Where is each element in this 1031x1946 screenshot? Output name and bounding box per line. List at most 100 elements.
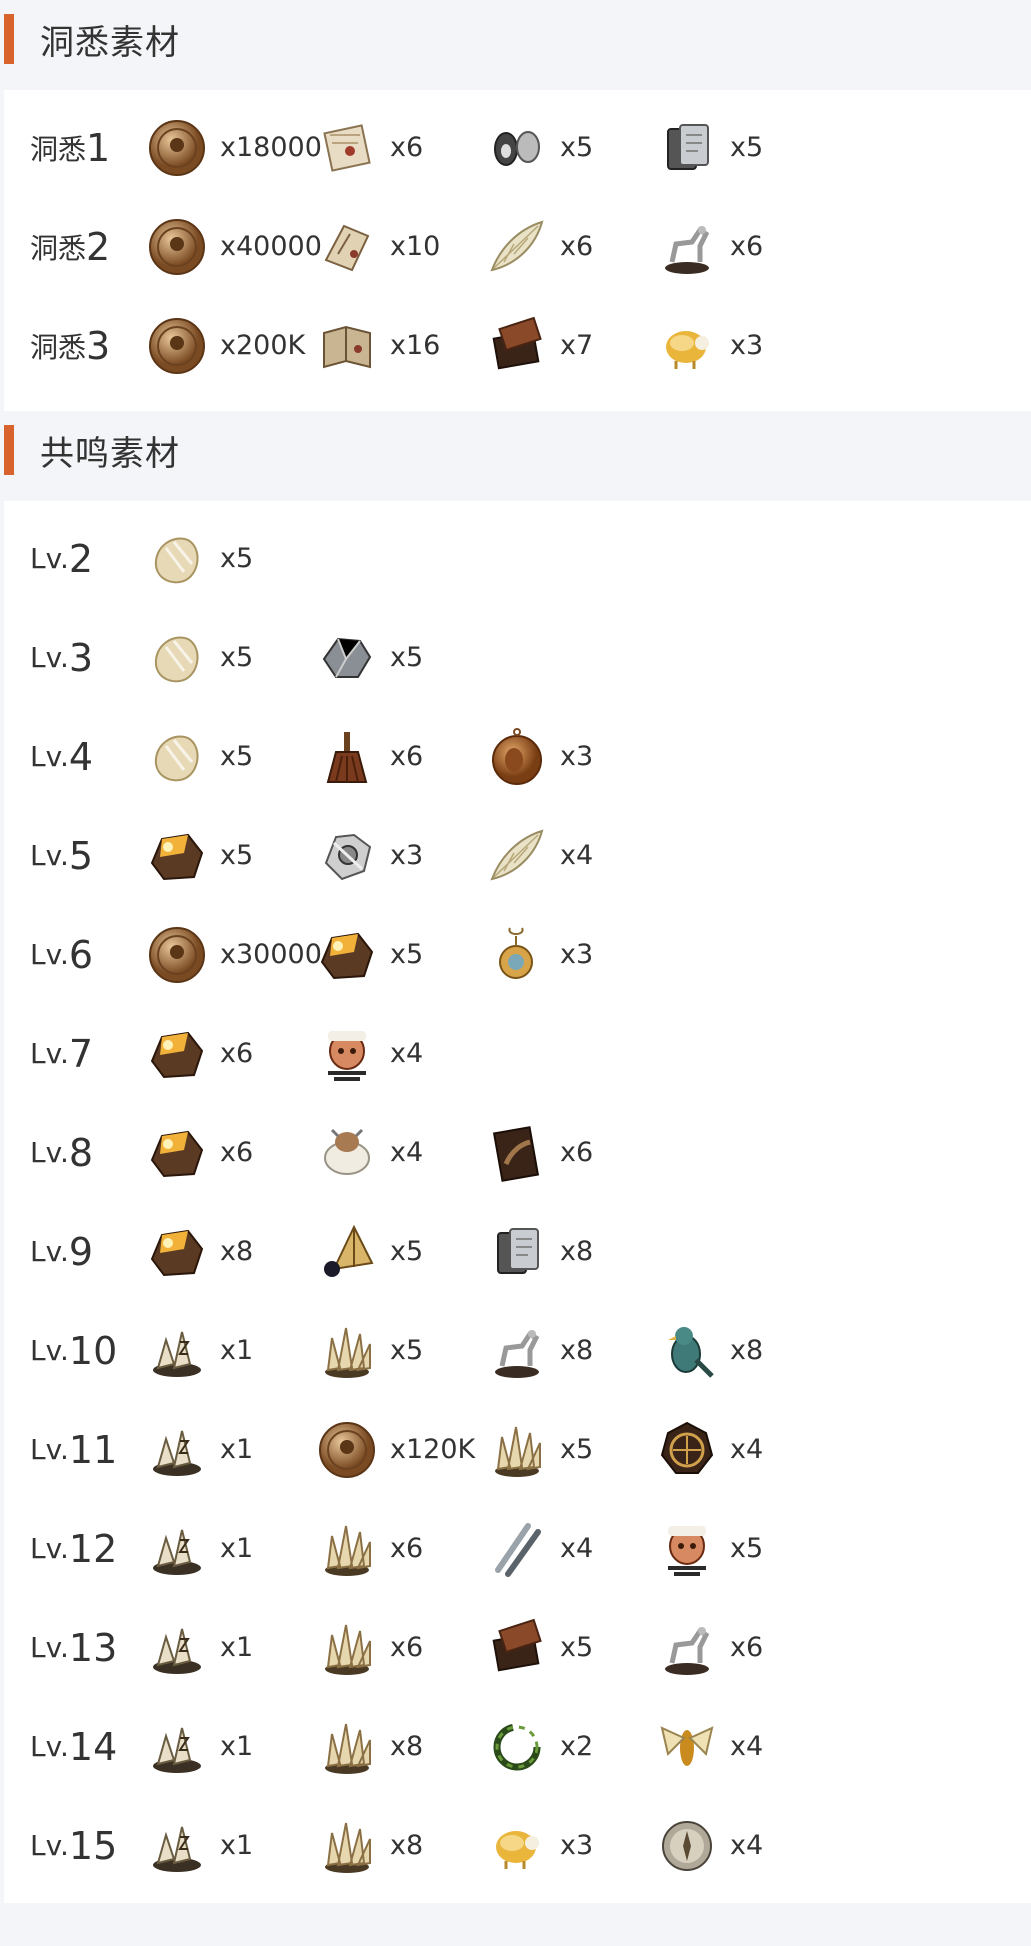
- material-row: Lv. 4 x5 x6 x3: [4, 707, 1031, 806]
- material-quantity: x120K: [390, 1434, 476, 1465]
- material-quantity: x4: [390, 1137, 424, 1168]
- material-item[interactable]: x3: [484, 1796, 593, 1895]
- medal-icon: [492, 727, 542, 785]
- material-row: Lv. 2 x5: [4, 509, 1031, 608]
- material-panel: Lv. 2 x5 Lv. 3 x5 x5 Lv. 4 x5 x6 x3 Lv. 5 x5 x3…: [4, 501, 1031, 1903]
- material-item[interactable]: x5: [484, 98, 593, 197]
- material-item[interactable]: x8: [654, 1301, 763, 1400]
- material-quantity: x5: [730, 132, 764, 163]
- level-number: 3: [68, 635, 94, 680]
- astrolabe-icon: [660, 1421, 714, 1474]
- crystal-icon: [154, 636, 199, 682]
- material-item[interactable]: x1: [144, 1400, 253, 1499]
- glowing-rock-icon: [320, 932, 374, 979]
- material-item[interactable]: x5: [484, 1598, 593, 1697]
- material-quantity: x6: [390, 132, 424, 163]
- material-item[interactable]: x6: [654, 197, 763, 296]
- material-quantity: x6: [220, 1038, 254, 1069]
- material-item[interactable]: x200K: [144, 296, 305, 395]
- sheep-icon: [666, 330, 709, 369]
- material-item[interactable]: x6: [144, 1004, 253, 1103]
- material-item[interactable]: x5: [314, 1202, 423, 1301]
- material-item[interactable]: x6: [314, 707, 423, 806]
- material-item[interactable]: x5: [144, 707, 253, 806]
- material-item[interactable]: x40000: [144, 197, 322, 296]
- material-row: 洞悉 2 x40000 x10 x6 x6: [4, 197, 1031, 296]
- material-quantity: x8: [390, 1731, 424, 1762]
- material-item[interactable]: x4: [654, 1697, 763, 1796]
- material-quantity: x5: [220, 642, 254, 673]
- row-level-label: Lv. 6: [30, 905, 93, 1004]
- material-item[interactable]: x120K: [314, 1400, 475, 1499]
- material-item[interactable]: x3: [484, 707, 593, 806]
- material-item[interactable]: x1: [144, 1598, 253, 1697]
- glowing-rock-icon: [150, 1031, 204, 1078]
- material-item[interactable]: x5: [314, 905, 423, 1004]
- material-item[interactable]: x4: [484, 806, 593, 905]
- material-quantity: x10: [390, 231, 441, 262]
- material-item[interactable]: x30000: [144, 905, 322, 1004]
- material-item[interactable]: x8: [314, 1796, 423, 1895]
- material-panel: 洞悉 1 x18000 x6 x5 x5 洞悉 2 x40000 x10 x6 x6 洞…: [4, 90, 1031, 411]
- material-item[interactable]: x3: [654, 296, 763, 395]
- material-row: Lv. 15 x1 x8 x3 x4: [4, 1796, 1031, 1895]
- material-item[interactable]: x5: [144, 509, 253, 608]
- material-item[interactable]: x6: [484, 197, 593, 296]
- level-number: 6: [68, 932, 94, 977]
- level-number: 11: [68, 1427, 118, 1472]
- material-item[interactable]: x8: [144, 1202, 253, 1301]
- material-item[interactable]: x5: [654, 98, 763, 197]
- material-item[interactable]: x5: [484, 1400, 593, 1499]
- material-item[interactable]: x4: [484, 1499, 593, 1598]
- row-level-label: Lv. 11: [30, 1400, 117, 1499]
- material-item[interactable]: x6: [484, 1103, 593, 1202]
- material-quantity: x5: [730, 1533, 764, 1564]
- material-quantity: x6: [560, 231, 594, 262]
- material-row: Lv. 13 x1 x6 x5 x6: [4, 1598, 1031, 1697]
- material-item[interactable]: x6: [654, 1598, 763, 1697]
- material-item[interactable]: x4: [654, 1796, 763, 1895]
- material-item[interactable]: x6: [144, 1103, 253, 1202]
- level-number: 8: [68, 1130, 94, 1175]
- row-level-label: Lv. 4: [30, 707, 93, 806]
- crystal-cluster-icon: [325, 1822, 371, 1873]
- material-item[interactable]: x10: [314, 197, 440, 296]
- row-level-label: Lv. 9: [30, 1202, 93, 1301]
- material-item[interactable]: x5: [144, 608, 253, 707]
- material-item[interactable]: x5: [144, 806, 253, 905]
- row-level-label: Lv. 5: [30, 806, 93, 905]
- material-item[interactable]: x5: [314, 1301, 423, 1400]
- material-item[interactable]: x6: [314, 1598, 423, 1697]
- material-item[interactable]: x18000: [144, 98, 322, 197]
- material-item[interactable]: x2: [484, 1697, 593, 1796]
- level-number: 10: [68, 1328, 118, 1373]
- material-item[interactable]: x6: [314, 1499, 423, 1598]
- material-item[interactable]: x6: [314, 98, 423, 197]
- material-item[interactable]: x5: [314, 608, 423, 707]
- material-quantity: x5: [560, 1632, 594, 1663]
- row-level-label: Lv. 7: [30, 1004, 93, 1103]
- material-item[interactable]: x5: [654, 1499, 763, 1598]
- material-item[interactable]: x7: [484, 296, 593, 395]
- material-item[interactable]: x1: [144, 1301, 253, 1400]
- book-icon: [323, 325, 371, 368]
- wool-sheep-icon: [324, 1128, 370, 1175]
- material-item[interactable]: x4: [654, 1400, 763, 1499]
- brush-icon: [326, 731, 368, 783]
- material-item[interactable]: x4: [314, 1103, 423, 1202]
- material-item[interactable]: x8: [314, 1697, 423, 1796]
- level-prefix: Lv.: [30, 1334, 69, 1367]
- material-item[interactable]: x1: [144, 1499, 253, 1598]
- level-number: 2: [86, 224, 111, 269]
- ore-icon: [322, 637, 372, 678]
- material-item[interactable]: x3: [314, 806, 423, 905]
- material-item[interactable]: x8: [484, 1202, 593, 1301]
- material-item[interactable]: x4: [314, 1004, 423, 1103]
- material-quantity: x3: [560, 741, 594, 772]
- material-item[interactable]: x8: [484, 1301, 593, 1400]
- material-item[interactable]: x1: [144, 1697, 253, 1796]
- material-item[interactable]: x1: [144, 1796, 253, 1895]
- row-level-label: Lv. 12: [30, 1499, 117, 1598]
- material-item[interactable]: x16: [314, 296, 440, 395]
- material-item[interactable]: x3: [484, 905, 593, 1004]
